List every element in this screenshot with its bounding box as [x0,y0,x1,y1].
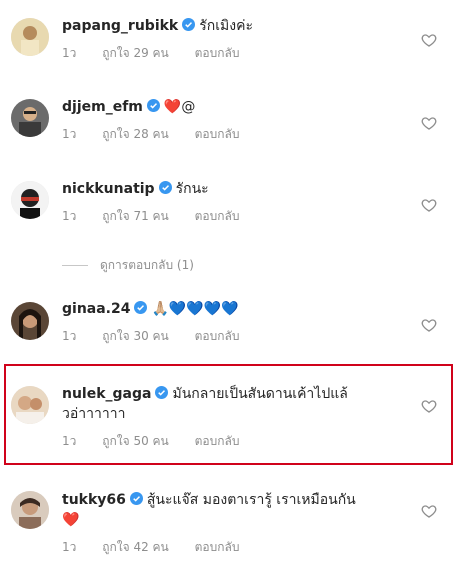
verified-badge-icon [129,492,143,505]
heart-outline-icon[interactable] [421,197,437,213]
username-link[interactable]: nickkunatip [62,181,155,197]
comment-text: สู้นะแจ๊ส มองตาเรารู้ เราเหมือนกัน [146,492,356,508]
view-replies-link[interactable]: ดูการตอบกลับ (1) [62,257,194,273]
replies-divider [62,265,88,266]
comment-text: @ [181,99,196,115]
comment-text: มันกลายเป็นสันดานเค้าไปแล้ [172,386,348,402]
reply-button[interactable]: ตอบกลับ [195,209,240,223]
avatar[interactable] [11,302,49,340]
comment-time[interactable]: 1ว [62,46,76,60]
view-replies-label: ดูการตอบกลับ (1) [100,258,194,272]
username-link[interactable]: djjem_efm [62,99,143,115]
avatar[interactable] [11,181,49,219]
heart-outline-icon[interactable] [421,317,437,333]
verified-badge-icon [146,99,160,112]
comment-text-continued: วอ่าาาาาา [62,406,126,422]
verified-badge-icon [182,18,196,31]
verified-badge-icon [158,181,172,194]
reply-button[interactable]: ตอบกลับ [195,329,240,343]
likes-count[interactable]: ถูกใจ 30 คน [102,329,169,343]
username-link[interactable]: nulek_gaga [62,386,151,402]
comment-time[interactable]: 1ว [62,329,76,343]
likes-count[interactable]: ถูกใจ 71 คน [102,209,169,223]
comment-text: รักเมิงค่ะ [199,18,253,34]
heart-outline-icon[interactable] [421,32,437,48]
verified-badge-icon [134,301,148,314]
reply-button[interactable]: ตอบกลับ [195,434,240,448]
username-link[interactable]: papang_rubikk [62,18,178,34]
avatar[interactable] [11,386,49,424]
reply-button[interactable]: ตอบกลับ [195,127,240,141]
reply-button[interactable]: ตอบกลับ [195,46,240,60]
likes-count[interactable]: ถูกใจ 29 คน [102,46,169,60]
reply-button[interactable]: ตอบกลับ [195,540,240,554]
likes-count[interactable]: ถูกใจ 28 คน [102,127,169,141]
avatar[interactable] [11,491,49,529]
verified-badge-icon [155,386,169,399]
heart-outline-icon[interactable] [421,503,437,519]
comment-text: รักนะ [175,181,209,197]
username-link[interactable]: tukky66 [62,492,126,508]
username-link[interactable]: ginaa.24 [62,301,130,317]
avatar[interactable] [11,99,49,137]
comment-time[interactable]: 1ว [62,540,76,554]
likes-count[interactable]: ถูกใจ 42 คน [102,540,169,554]
likes-count[interactable]: ถูกใจ 50 คน [102,434,169,448]
comment-emoji: ❤️ [163,99,182,115]
comment-emoji: 🙏🏼💙💙💙💙 [151,301,239,317]
comment-time[interactable]: 1ว [62,434,76,448]
comment-time[interactable]: 1ว [62,209,76,223]
heart-outline-icon[interactable] [421,115,437,131]
avatar[interactable] [11,18,49,56]
comment-emoji: ❤️ [62,512,80,528]
heart-outline-icon[interactable] [421,398,437,414]
comment-time[interactable]: 1ว [62,127,76,141]
